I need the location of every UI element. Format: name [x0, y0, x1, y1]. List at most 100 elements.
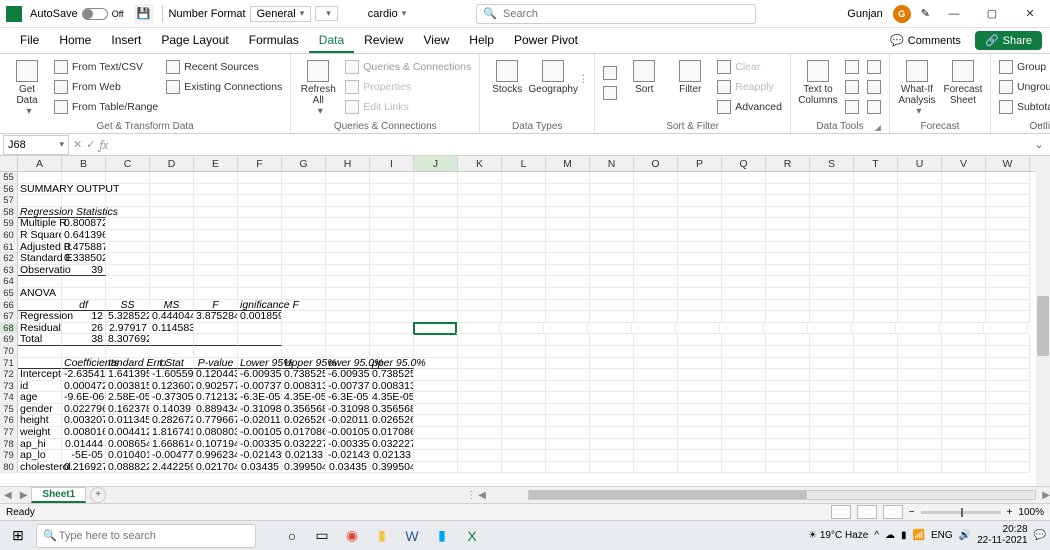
- cell[interactable]: [722, 311, 766, 323]
- cell[interactable]: 0.02133: [370, 450, 414, 462]
- cell[interactable]: [546, 358, 590, 370]
- cell[interactable]: [854, 311, 898, 323]
- cell[interactable]: [413, 322, 457, 336]
- cell[interactable]: [722, 427, 766, 439]
- cell[interactable]: [722, 276, 766, 288]
- worksheet-grid[interactable]: ABCDEFGHIJKLMNOPQRSTUVW 5556SUMMARY OUTP…: [0, 156, 1050, 486]
- row-header[interactable]: 79: [0, 450, 18, 462]
- column-header[interactable]: N: [590, 156, 634, 171]
- cell[interactable]: -0.00105: [238, 427, 282, 439]
- cell[interactable]: [546, 427, 590, 439]
- row-header[interactable]: 59: [0, 218, 18, 230]
- cell[interactable]: [458, 207, 502, 219]
- cell[interactable]: 0.114583: [150, 323, 194, 335]
- column-header[interactable]: J: [414, 156, 458, 171]
- cell[interactable]: [854, 195, 898, 207]
- page-layout-view-button[interactable]: [857, 505, 877, 519]
- cell[interactable]: [458, 334, 502, 346]
- cell[interactable]: [766, 288, 810, 300]
- cell[interactable]: [766, 172, 810, 184]
- cell[interactable]: [722, 450, 766, 462]
- cell[interactable]: -0.00105: [326, 427, 370, 439]
- cell[interactable]: [238, 276, 282, 288]
- cell[interactable]: [106, 265, 150, 277]
- column-header[interactable]: T: [854, 156, 898, 171]
- row-header[interactable]: 56: [0, 184, 18, 196]
- cell[interactable]: [326, 323, 370, 335]
- cell[interactable]: id: [18, 381, 62, 393]
- cell[interactable]: [810, 288, 854, 300]
- cell[interactable]: [282, 195, 326, 207]
- cell[interactable]: gender: [18, 404, 62, 416]
- cell[interactable]: [546, 415, 590, 427]
- comments-button[interactable]: 💬Comments: [882, 32, 969, 49]
- cell[interactable]: [722, 288, 766, 300]
- cell[interactable]: [722, 207, 766, 219]
- cell[interactable]: [810, 207, 854, 219]
- cell[interactable]: [458, 276, 502, 288]
- cell[interactable]: 0.03435: [238, 462, 282, 474]
- cell[interactable]: 0.022796: [62, 404, 106, 416]
- cell[interactable]: [986, 265, 1030, 277]
- cell[interactable]: [546, 230, 590, 242]
- cell[interactable]: [414, 381, 458, 393]
- cell[interactable]: [194, 253, 238, 265]
- cell[interactable]: [106, 346, 150, 358]
- name-box[interactable]: J68▾: [3, 135, 69, 155]
- cell[interactable]: [546, 346, 590, 358]
- group-button[interactable]: Group▾: [997, 58, 1050, 76]
- cell[interactable]: [810, 230, 854, 242]
- cell[interactable]: [106, 218, 150, 230]
- forecast-sheet-button[interactable]: Forecast Sheet: [942, 56, 984, 106]
- cell[interactable]: [634, 253, 678, 265]
- row-header[interactable]: 66: [0, 300, 18, 312]
- cell[interactable]: [810, 369, 854, 381]
- cell[interactable]: ignificance F: [238, 300, 282, 312]
- cell[interactable]: 0.008654: [106, 439, 150, 451]
- cell[interactable]: [986, 253, 1030, 265]
- cell[interactable]: [722, 462, 766, 474]
- cell[interactable]: [502, 300, 546, 312]
- cell[interactable]: [678, 392, 722, 404]
- cell[interactable]: [458, 381, 502, 393]
- select-all-corner[interactable]: [0, 156, 18, 172]
- cell[interactable]: 0.889434: [194, 404, 238, 416]
- launcher-icon[interactable]: ◢: [875, 123, 881, 132]
- tab-review[interactable]: Review: [354, 29, 413, 53]
- cell[interactable]: 1.816741: [150, 427, 194, 439]
- cell[interactable]: [942, 311, 986, 323]
- cell[interactable]: [590, 334, 634, 346]
- recent-sources-button[interactable]: Recent Sources: [164, 58, 284, 76]
- cell[interactable]: [678, 195, 722, 207]
- cell[interactable]: [766, 415, 810, 427]
- cell[interactable]: cholesterol: [18, 462, 62, 474]
- cell[interactable]: [502, 369, 546, 381]
- cell[interactable]: [898, 358, 942, 370]
- cell[interactable]: [150, 184, 194, 196]
- cell[interactable]: 0.779667: [194, 415, 238, 427]
- subtotal-button[interactable]: Subtotal: [997, 98, 1050, 116]
- cell[interactable]: [810, 404, 854, 416]
- cell[interactable]: [942, 358, 986, 370]
- fx-icon[interactable]: fx: [99, 138, 108, 152]
- cell[interactable]: [590, 300, 634, 312]
- cell[interactable]: [766, 346, 810, 358]
- cell[interactable]: [898, 242, 942, 254]
- refresh-all-button[interactable]: Refresh All▾: [297, 56, 339, 117]
- restore-button[interactable]: ▢: [978, 4, 1006, 24]
- cell[interactable]: [810, 311, 854, 323]
- cell[interactable]: [414, 427, 458, 439]
- cell[interactable]: [634, 427, 678, 439]
- cell[interactable]: [678, 381, 722, 393]
- cell[interactable]: [590, 462, 634, 474]
- cell[interactable]: [458, 392, 502, 404]
- cell[interactable]: [986, 218, 1030, 230]
- cell[interactable]: [458, 172, 502, 184]
- cell[interactable]: [854, 334, 898, 346]
- cell[interactable]: [502, 230, 546, 242]
- cell[interactable]: [282, 276, 326, 288]
- cell[interactable]: [370, 184, 414, 196]
- cell[interactable]: [942, 439, 986, 451]
- cell[interactable]: [238, 346, 282, 358]
- clock[interactable]: 20:28 22-11-2021: [977, 525, 1027, 546]
